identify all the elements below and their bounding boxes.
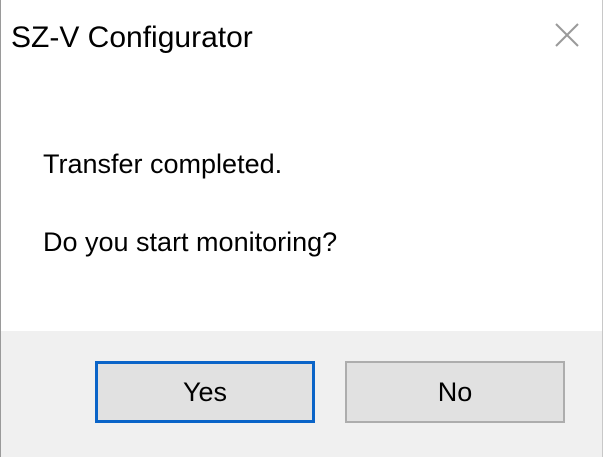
- window-title: SZ-V Configurator: [11, 21, 253, 54]
- yes-button[interactable]: Yes: [95, 361, 315, 423]
- message-line-1: Transfer completed.: [43, 149, 283, 179]
- message-dialog: SZ-V Configurator Transfer completed. Do…: [0, 0, 603, 457]
- no-button[interactable]: No: [345, 361, 565, 423]
- close-icon: [555, 23, 579, 47]
- message-area: Transfer completed. Do you start monitor…: [1, 80, 602, 331]
- button-bar: Yes No: [1, 331, 602, 457]
- close-button[interactable]: [538, 12, 594, 56]
- title-bar[interactable]: SZ-V Configurator: [1, 0, 602, 80]
- message-line-2: Do you start monitoring?: [43, 227, 338, 257]
